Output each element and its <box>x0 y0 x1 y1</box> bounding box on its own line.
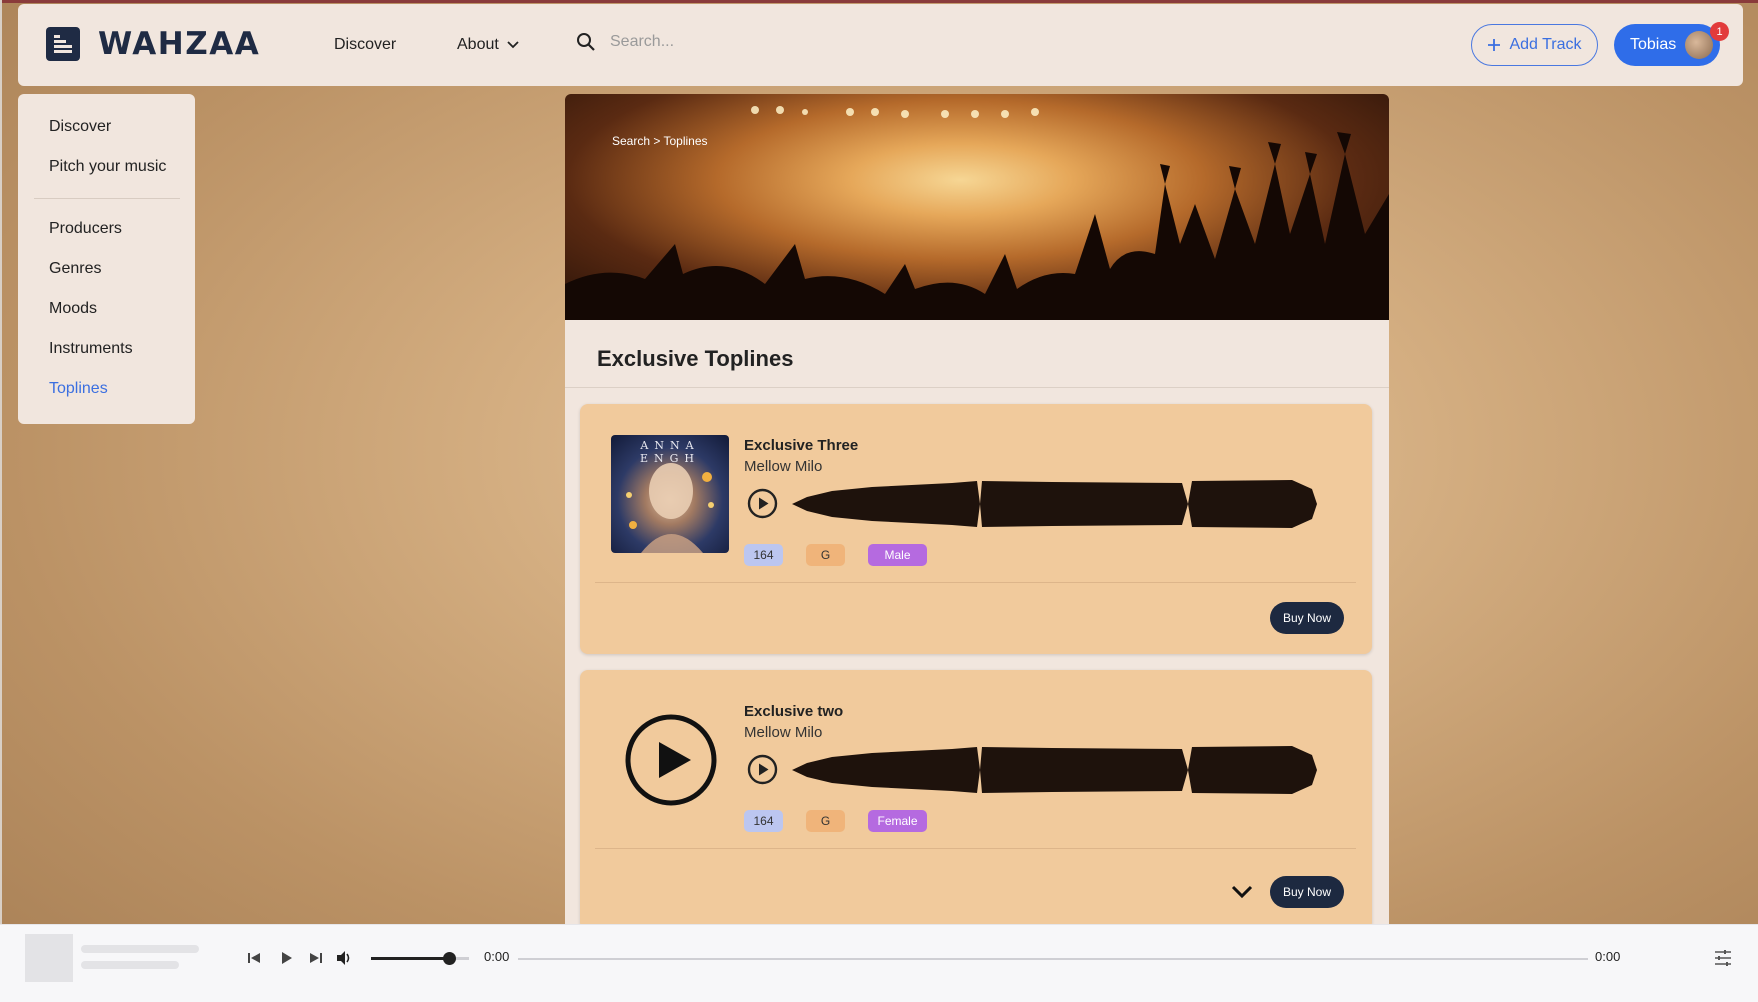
sidebar-divider <box>34 198 180 199</box>
player-thumbnail <box>25 934 73 982</box>
play-icon[interactable] <box>747 754 778 785</box>
skip-previous-icon[interactable] <box>245 949 263 967</box>
volume-slider[interactable] <box>371 952 469 965</box>
sidebar: Discover Pitch your music Producers Genr… <box>18 94 195 424</box>
seek-bar[interactable] <box>518 958 1588 960</box>
play-icon[interactable] <box>747 488 778 519</box>
cover-portrait <box>626 463 714 553</box>
track-list: ANNA ENGH Exclusive Three Mellow Milo 16… <box>565 388 1389 924</box>
player-artist-placeholder <box>81 961 179 969</box>
search-input[interactable] <box>610 33 910 51</box>
notification-badge[interactable]: 1 <box>1710 22 1729 41</box>
track-title[interactable]: Exclusive Three <box>744 437 858 454</box>
sidebar-item-producers[interactable]: Producers <box>49 220 122 238</box>
key-badge[interactable]: G <box>806 810 845 832</box>
plus-icon <box>1488 39 1501 51</box>
track-tags: 164 G Female <box>744 810 927 832</box>
gender-badge[interactable]: Female <box>868 810 927 832</box>
chevron-down-icon <box>507 41 519 49</box>
nav-discover[interactable]: Discover <box>334 36 396 54</box>
player-title-placeholder <box>81 945 199 953</box>
logo-icon <box>46 27 80 61</box>
brand-name: WAHZAA <box>98 26 261 62</box>
play-icon[interactable] <box>277 949 295 967</box>
card-divider <box>595 848 1356 849</box>
hero-banner: Search > Toplines <box>565 94 1389 320</box>
main-content: Search > Toplines Exclusive Toplines ANN… <box>565 94 1389 924</box>
logo[interactable]: WAHZAA <box>46 26 260 62</box>
track-tags: 164 G Male <box>744 544 927 566</box>
duration: 0:00 <box>1595 949 1621 964</box>
search-icon[interactable] <box>576 32 596 52</box>
equalizer-settings-icon[interactable] <box>1713 948 1733 968</box>
bpm-badge[interactable]: 164 <box>744 810 783 832</box>
track-card: ANNA ENGH Exclusive Three Mellow Milo 16… <box>580 404 1372 654</box>
audio-player: 0:00 0:00 <box>0 924 1758 1002</box>
left-edge <box>0 0 2 924</box>
sidebar-item-pitch[interactable]: Pitch your music <box>49 158 166 176</box>
track-title[interactable]: Exclusive two <box>744 703 843 720</box>
add-track-label: Add Track <box>1509 36 1582 53</box>
track-artist[interactable]: Mellow Milo <box>744 458 822 475</box>
breadcrumb[interactable]: Search > Toplines <box>612 134 708 148</box>
search-bar <box>576 32 910 52</box>
buy-now-button[interactable]: Buy Now <box>1270 602 1344 634</box>
play-icon[interactable] <box>625 714 717 806</box>
waveform[interactable] <box>792 477 1332 531</box>
album-cover[interactable]: ANNA ENGH <box>611 435 729 553</box>
nav-about[interactable]: About <box>457 36 519 54</box>
buy-now-button[interactable]: Buy Now <box>1270 876 1344 908</box>
sidebar-item-discover[interactable]: Discover <box>49 118 111 136</box>
crowd-silhouette <box>565 106 1389 320</box>
card-divider <box>595 582 1356 583</box>
page-title-bar: Exclusive Toplines <box>565 320 1389 388</box>
top-header: WAHZAA Discover About Add Track Tobias 1 <box>18 4 1743 86</box>
volume-icon[interactable] <box>335 949 353 967</box>
track-card: Exclusive two Mellow Milo 164 G Female B… <box>580 670 1372 924</box>
gender-badge[interactable]: Male <box>868 544 927 566</box>
add-track-button[interactable]: Add Track <box>1471 24 1598 66</box>
bpm-badge[interactable]: 164 <box>744 544 783 566</box>
top-accent-line <box>0 0 1758 3</box>
volume-fill <box>371 957 450 960</box>
volume-knob[interactable] <box>443 952 457 965</box>
sidebar-item-genres[interactable]: Genres <box>49 260 101 278</box>
sidebar-item-instruments[interactable]: Instruments <box>49 340 133 358</box>
key-badge[interactable]: G <box>806 544 845 566</box>
waveform[interactable] <box>792 743 1332 797</box>
user-name: Tobias <box>1630 36 1677 53</box>
sidebar-item-moods[interactable]: Moods <box>49 300 97 318</box>
page-title: Exclusive Toplines <box>597 346 794 371</box>
user-menu-button[interactable]: Tobias <box>1614 24 1720 66</box>
avatar <box>1685 31 1714 59</box>
chevron-down-icon[interactable] <box>1231 885 1253 899</box>
current-time: 0:00 <box>484 949 510 964</box>
sidebar-item-toplines[interactable]: Toplines <box>49 380 108 398</box>
track-artist[interactable]: Mellow Milo <box>744 724 822 741</box>
nav-about-label: About <box>457 36 499 53</box>
skip-next-icon[interactable] <box>307 949 325 967</box>
